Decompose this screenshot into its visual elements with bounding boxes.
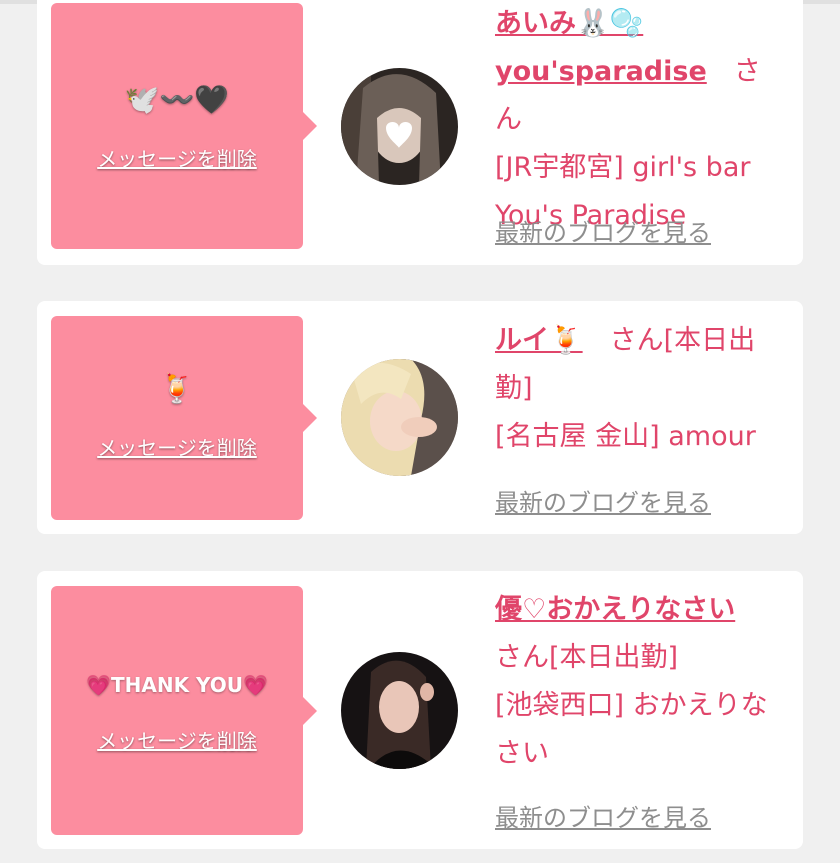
shop-info: [池袋西口] おかえりなさい	[495, 690, 768, 769]
message-text: 💗THANK YOU💗	[86, 673, 268, 697]
avatar[interactable]	[341, 652, 458, 769]
message-bubble: 🍹 メッセージを削除	[51, 316, 317, 520]
cast-name-link[interactable]: あいみ🐰🫧	[495, 8, 643, 39]
cast-info: 優♡おかえりなさい さん[本日出勤] [池袋西口] おかえりなさい	[495, 586, 787, 778]
cast-info: あいみ🐰🫧 you'sparadise さん [JR宇都宮] girl's ba…	[495, 0, 787, 240]
message-text: 🕊️〰️🖤	[124, 83, 230, 116]
message-card-3: 💗THANK YOU💗 メッセージを削除 優♡おかえりなさい さん[本日出勤] …	[37, 571, 803, 849]
latest-blog-link[interactable]: 最新のブログを見る	[495, 213, 711, 248]
latest-blog-link[interactable]: 最新のブログを見る	[495, 798, 711, 833]
latest-blog-link[interactable]: 最新のブログを見る	[495, 483, 711, 518]
avatar[interactable]	[341, 359, 458, 476]
shop-info: [名古屋 金山] amour	[495, 421, 756, 452]
cast-name-link-continued[interactable]: you'sparadise	[495, 56, 707, 87]
honorific: さん[本日出勤]	[495, 642, 679, 673]
cast-name-link[interactable]: 優♡おかえりなさい	[495, 594, 735, 625]
message-bubble: 🕊️〰️🖤 メッセージを削除	[51, 3, 317, 249]
avatar[interactable]	[341, 68, 458, 185]
delete-message-link[interactable]: メッセージを削除	[51, 725, 303, 754]
message-text: 🍹	[159, 372, 195, 405]
message-card-2: 🍹 メッセージを削除 ルイ🍹 さん[本日出勤] [名古屋 金山] amour 最…	[37, 301, 803, 534]
message-bubble: 💗THANK YOU💗 メッセージを削除	[51, 586, 317, 835]
cast-name-link[interactable]: ルイ🍹	[495, 325, 583, 356]
delete-message-link[interactable]: メッセージを削除	[51, 143, 303, 172]
delete-message-link[interactable]: メッセージを削除	[51, 432, 303, 461]
message-card-1: 🕊️〰️🖤 メッセージを削除 あいみ🐰🫧 you'sparadise さん [J…	[37, 0, 803, 265]
cast-info: ルイ🍹 さん[本日出勤] [名古屋 金山] amour	[495, 317, 787, 461]
